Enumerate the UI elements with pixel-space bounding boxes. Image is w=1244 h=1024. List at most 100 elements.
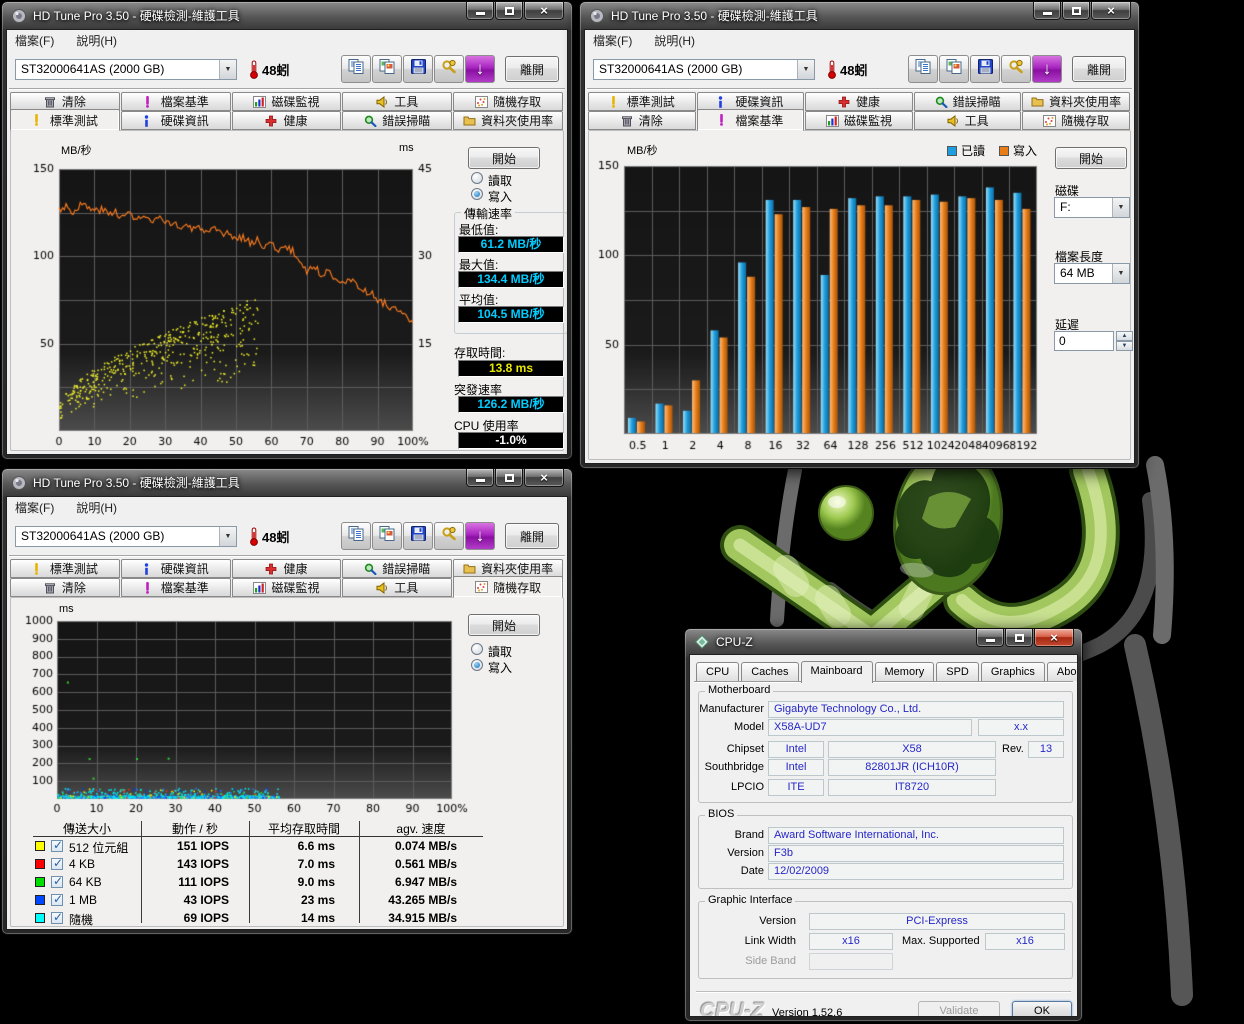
exit-button[interactable]: 離開 — [1072, 56, 1126, 82]
menu-help[interactable]: 說明(H) — [76, 499, 117, 516]
minimize-button[interactable] — [1033, 2, 1061, 20]
tab-caches[interactable]: Caches — [741, 662, 798, 681]
copy-text-button[interactable] — [908, 55, 938, 83]
tab-benchmark[interactable]: 標準測試 — [10, 559, 120, 578]
spinner-down-icon[interactable]: ▼ — [1116, 341, 1133, 351]
motherboard-group-label: Motherboard — [705, 684, 773, 696]
maximize-button[interactable] — [1005, 629, 1033, 647]
title-bar[interactable]: HD Tune Pro 3.50 - 硬碟檢測-維護工具 × — [580, 2, 1139, 29]
save-button[interactable] — [403, 522, 433, 550]
minimize-button[interactable] — [466, 469, 494, 487]
save-button[interactable] — [403, 55, 433, 83]
start-button[interactable]: 開始 — [468, 614, 540, 636]
exit-button[interactable]: 離開 — [505, 523, 559, 549]
options-button[interactable] — [434, 55, 464, 83]
series-checkbox[interactable] — [51, 840, 63, 852]
file-length-select[interactable]: 64 MB▼ — [1054, 263, 1130, 284]
options-button[interactable] — [434, 522, 464, 550]
close-button[interactable]: × — [524, 469, 564, 487]
drive-select[interactable]: ST32000641AS (2000 GB)▼ — [15, 59, 237, 80]
tab-benchmark[interactable]: 標準測試 — [10, 109, 120, 131]
read-radio[interactable] — [471, 172, 483, 184]
menu-file[interactable]: 檔案(F) — [593, 32, 632, 49]
menu-help[interactable]: 說明(H) — [654, 32, 695, 49]
validate-button[interactable]: Validate — [918, 1001, 1000, 1017]
series-checkbox[interactable] — [51, 894, 63, 906]
tab-tools[interactable]: 工具 — [342, 92, 452, 111]
disk-select[interactable]: F:▼ — [1054, 197, 1130, 218]
minimize-button[interactable] — [976, 629, 1004, 647]
tab-erase[interactable]: 清除 — [588, 111, 696, 130]
start-button[interactable]: 開始 — [1055, 147, 1127, 169]
exit-button[interactable]: 離開 — [505, 56, 559, 82]
title-bar[interactable]: HD Tune Pro 3.50 - 硬碟檢測-維護工具 × — [2, 469, 572, 496]
maximize-button[interactable] — [1062, 2, 1090, 20]
spinner-up-icon[interactable]: ▲ — [1116, 331, 1133, 341]
delay-input[interactable]: 0 — [1054, 331, 1114, 351]
tab-disk-monitor[interactable]: 磁碟監視 — [232, 92, 342, 111]
tab-mainboard[interactable]: Mainboard — [801, 661, 873, 683]
tab-health[interactable]: 健康 — [232, 111, 342, 130]
options-button[interactable] — [1001, 55, 1031, 83]
read-radio[interactable] — [471, 643, 483, 655]
tab-random-access[interactable]: 隨機存取 — [453, 576, 563, 598]
series-checkbox[interactable] — [51, 858, 63, 870]
series-checkbox[interactable] — [51, 876, 63, 888]
copy-image-button[interactable] — [939, 55, 969, 83]
tab-folder-usage[interactable]: 資料夾使用率 — [1022, 92, 1130, 111]
download-button[interactable]: ↓ — [465, 55, 495, 83]
start-button[interactable]: 開始 — [468, 147, 540, 169]
tab-cpu[interactable]: CPU — [696, 662, 739, 681]
copy-text-button[interactable] — [341, 55, 371, 83]
tab-random-access[interactable]: 隨機存取 — [1022, 111, 1130, 130]
save-button[interactable] — [970, 55, 1000, 83]
tab-about[interactable]: About — [1047, 662, 1078, 681]
tab-health[interactable]: 健康 — [805, 92, 913, 111]
tab-tools[interactable]: 工具 — [342, 578, 452, 597]
tab-error-scan[interactable]: 錯誤掃瞄 — [342, 559, 452, 578]
copy-image-button[interactable] — [372, 55, 402, 83]
tab-benchmark[interactable]: 標準測試 — [588, 92, 696, 111]
title-bar[interactable]: CPU-Z × — [685, 629, 1082, 654]
tab-health[interactable]: 健康 — [232, 559, 342, 578]
tab-memory[interactable]: Memory — [875, 662, 935, 681]
tab-error-scan[interactable]: 錯誤掃瞄 — [342, 111, 452, 130]
tab-graphics[interactable]: Graphics — [981, 662, 1045, 681]
minimize-button[interactable] — [466, 2, 494, 20]
tab-label: 硬碟資訊 — [735, 93, 783, 110]
close-button[interactable]: × — [524, 2, 564, 20]
title-bar[interactable]: HD Tune Pro 3.50 - 硬碟檢測-維護工具 × — [2, 2, 572, 29]
close-button[interactable]: × — [1091, 2, 1131, 20]
tab-disk-monitor[interactable]: 磁碟監視 — [232, 578, 342, 597]
tab-error-scan[interactable]: 錯誤掃瞄 — [914, 92, 1022, 111]
download-button[interactable]: ↓ — [465, 522, 495, 550]
maximize-button[interactable] — [495, 2, 523, 20]
tab-random-access[interactable]: 隨機存取 — [453, 92, 563, 111]
menu-file[interactable]: 檔案(F) — [15, 32, 54, 49]
download-button[interactable]: ↓ — [1032, 55, 1062, 83]
maximize-button[interactable] — [495, 469, 523, 487]
write-radio[interactable] — [471, 659, 483, 671]
series-checkbox[interactable] — [51, 912, 63, 924]
tab-file-benchmark[interactable]: 檔案基準 — [121, 578, 231, 597]
tab-disk-info[interactable]: 硬碟資訊 — [121, 559, 231, 578]
delay-spinner[interactable]: ▲ ▼ — [1116, 331, 1133, 351]
transfer-rate-group-label: 傳輸速率 — [461, 205, 515, 222]
tab-file-benchmark[interactable]: 檔案基準 — [121, 92, 231, 111]
tab-tools[interactable]: 工具 — [914, 111, 1022, 130]
drive-select[interactable]: ST32000641AS (2000 GB)▼ — [15, 526, 237, 547]
ok-button[interactable]: OK — [1012, 1001, 1072, 1017]
drive-select[interactable]: ST32000641AS (2000 GB)▼ — [593, 59, 815, 80]
tab-disk-info[interactable]: 硬碟資訊 — [121, 111, 231, 130]
close-button[interactable]: × — [1034, 629, 1074, 647]
copy-text-button[interactable] — [341, 522, 371, 550]
write-radio[interactable] — [471, 188, 483, 200]
menu-help[interactable]: 說明(H) — [76, 32, 117, 49]
tab-spd[interactable]: SPD — [936, 662, 979, 681]
copy-image-button[interactable] — [372, 522, 402, 550]
tab-folder-usage[interactable]: 資料夾使用率 — [453, 111, 563, 130]
tab-erase[interactable]: 清除 — [10, 578, 120, 597]
tab-disk-monitor[interactable]: 磁碟監視 — [805, 111, 913, 130]
tab-file-benchmark[interactable]: 檔案基準 — [697, 109, 805, 131]
menu-file[interactable]: 檔案(F) — [15, 499, 54, 516]
